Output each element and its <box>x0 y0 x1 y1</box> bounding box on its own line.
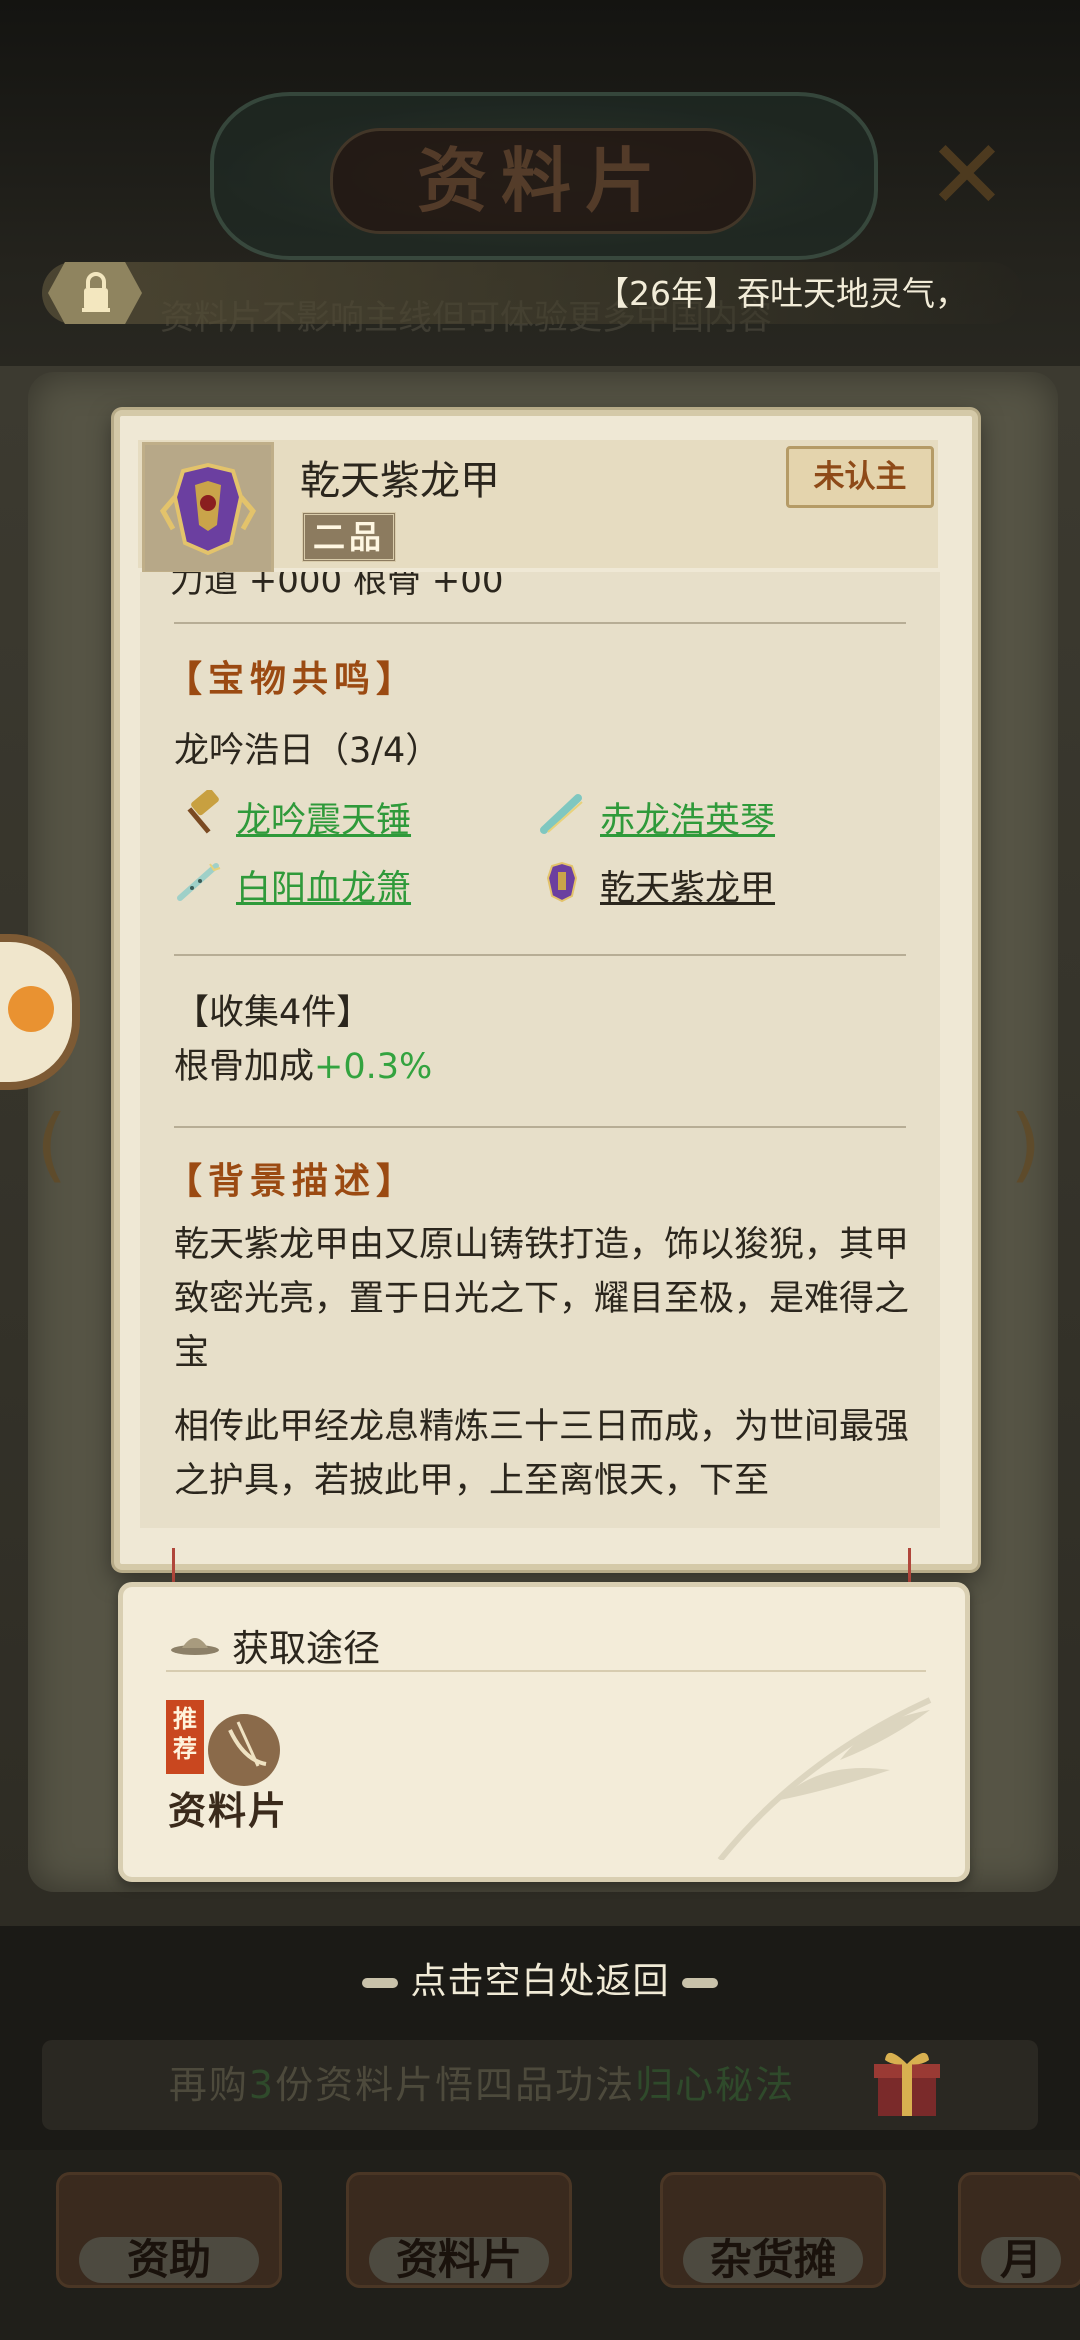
collect-bonus-line: 根骨加成+0.3% <box>174 1038 432 1089</box>
collect-bonus-title: 【收集4件】 <box>174 993 372 1033</box>
divider <box>174 622 906 624</box>
ornament-left-icon: ( <box>36 1098 68 1191</box>
recommend-tag: 推荐 <box>166 1700 204 1774</box>
tap-to-return-hint: 点击空白处返回 <box>0 1952 1080 2004</box>
gamepad-icon <box>8 986 54 1032</box>
tab-shop[interactable]: 杂货摊 <box>660 2172 886 2288</box>
collect-bonus-label: 根骨加成 <box>174 1047 315 1087</box>
banner-highlight: 归心秘法 <box>635 2063 796 2107</box>
set-piece-zither[interactable]: 赤龙浩英琴 <box>538 790 798 841</box>
banner-middle: 份资料片悟四品功法 <box>275 2063 636 2107</box>
set-piece-label: 白阳血龙箫 <box>236 869 412 909</box>
gift-box-icon[interactable] <box>872 2044 942 2120</box>
item-grade-badge: 二品 <box>302 512 396 562</box>
page-title: 资料片 <box>330 128 756 234</box>
divider <box>174 1126 906 1128</box>
set-piece-armor[interactable]: 乾天紫龙甲 <box>538 858 798 909</box>
bind-status-badge: 未认主 <box>786 446 934 508</box>
hammer-icon <box>187 790 219 834</box>
tab-label: 资料片 <box>369 2237 549 2283</box>
set-piece-hammer[interactable]: 龙吟震天锤 <box>174 790 434 841</box>
set-piece-label: 乾天紫龙甲 <box>600 869 776 909</box>
acquire-source-title: 获取途径 <box>232 1627 380 1670</box>
tap-to-return-text: 点击空白处返回 <box>410 1961 670 2002</box>
armor-icon <box>142 442 274 574</box>
divider <box>174 954 906 956</box>
source-entry-label[interactable]: 资料片 <box>168 1780 288 1835</box>
banner-prefix: 再购 <box>168 2063 249 2107</box>
set-name: 龙吟浩日（3/4） <box>174 731 441 771</box>
set-piece-flute[interactable]: 白阳血龙箫 <box>174 858 434 909</box>
bamboo-decoration-icon <box>717 1697 932 1860</box>
resonance-section-title: 【宝物共鸣】 <box>166 658 419 700</box>
hat-icon <box>171 1638 219 1655</box>
armor-icon <box>546 861 578 903</box>
tab-label: 资助 <box>79 2237 259 2283</box>
tab-sponsor[interactable]: 资助 <box>56 2172 282 2288</box>
background-paragraph: 相传此甲经龙息精炼三十三日而成，为世间最强之护具，若披此甲，上至离恨天，下至 <box>174 1407 910 1501</box>
banner-count: 3 <box>248 2063 276 2107</box>
background-section-title: 【背景描述】 <box>166 1160 419 1202</box>
set-piece-label: 龙吟震天锤 <box>236 801 412 841</box>
divider <box>166 1670 926 1672</box>
clipped-stat-line: 力道 +000 根骨 +00 <box>170 572 504 601</box>
flute-icon <box>177 863 221 901</box>
set-piece-label: 赤龙浩英琴 <box>600 801 776 841</box>
bell-lock-icon <box>82 272 110 312</box>
tab-monthly[interactable]: 月 <box>958 2172 1080 2288</box>
tab-label: 月 <box>981 2237 1061 2283</box>
collect-bonus-value: +0.3% <box>314 1047 433 1087</box>
ornament-right-icon: ) <box>1010 1098 1042 1191</box>
tab-label: 杂货摊 <box>683 2237 863 2283</box>
zither-icon <box>540 794 583 834</box>
tab-expansion[interactable]: 资料片 <box>346 2172 572 2288</box>
close-icon[interactable]: ✕ <box>922 127 1012 223</box>
purchase-banner-text: 再购3份资料片悟四品功法归心秘法 <box>42 2040 922 2130</box>
item-name: 乾天紫龙甲 <box>300 458 500 504</box>
ticker-text: 【26年】吞吐天地灵气， <box>596 274 968 313</box>
background-paragraph: 乾天紫龙甲由又原山铸铁打造，饰以狻猊，其甲致密光亮，置于日光之下，耀目至极，是难… <box>174 1225 910 1373</box>
